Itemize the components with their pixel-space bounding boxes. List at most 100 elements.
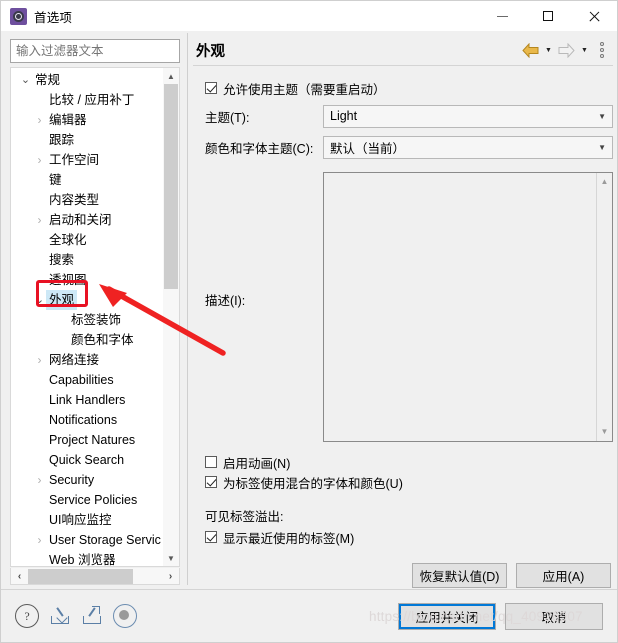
horizontal-scroll-thumb[interactable] [28,568,133,584]
chevron-right-icon[interactable]: › [33,350,46,370]
mixed-fonts-checkbox[interactable] [205,476,217,488]
tree-item-15[interactable]: Capabilities [11,370,161,390]
pane-header: 外观 ▼ ▼ [193,35,613,66]
tree-horizontal-scrollbar[interactable]: ‹ › [10,568,180,585]
apply-button[interactable]: 应用(A) [516,563,611,588]
tree-item-11[interactable]: ⌄ 外观 [11,290,161,310]
scroll-up-icon[interactable]: ▲ [597,175,612,189]
tree-item-9[interactable]: 搜索 [11,250,161,270]
back-arrow-icon[interactable] [521,42,540,58]
chevron-down-icon[interactable]: ⌄ [19,73,32,87]
tree-item-label: Project Natures [49,433,136,447]
tree-item-label: 比较 / 应用补丁 [49,93,135,107]
tree-item-12[interactable]: 标签装饰 [11,310,161,330]
theme-select[interactable]: Light ▼ [323,104,613,128]
tree-item-8[interactable]: 全球化 [11,230,161,250]
tree-item-label: 外观 [46,290,78,310]
tree-item-20[interactable]: › Security [11,470,161,490]
description-scrollbar[interactable]: ▲ ▼ [596,173,612,441]
chevron-down-icon[interactable]: ⌄ [33,293,46,307]
tree-item-0[interactable]: ⌄ 常规 [11,70,161,90]
chevron-right-icon[interactable]: › [33,470,46,490]
back-menu-chevron-down-icon[interactable]: ▼ [543,47,554,54]
tree-item-19[interactable]: Quick Search [11,450,161,470]
minimize-icon [496,15,508,17]
page-title: 外观 [196,43,225,60]
tree-item-13[interactable]: 颜色和字体 [11,330,161,350]
scroll-right-icon[interactable]: › [162,571,179,582]
chevron-right-icon[interactable]: › [33,110,46,130]
appearance-pane: 外观 ▼ ▼ 允许使用主题（需要重启动） 主题(T): Light ▼ 颜色和字… [193,35,613,588]
close-button[interactable] [571,1,617,31]
chevron-right-icon[interactable]: › [33,150,46,170]
tree-item-24[interactable]: Web 浏览器 [11,550,161,567]
title-bar: 首选项 [1,1,617,31]
tree-item-label: 搜索 [49,253,75,267]
forward-menu-chevron-down-icon[interactable]: ▼ [579,47,590,54]
tree-item-16[interactable]: Link Handlers [11,390,161,410]
theme-label: 主题(T): [205,110,250,125]
footer-icons: ? [1,604,137,628]
tree-item-label: 内容类型 [49,193,100,207]
scroll-left-icon[interactable]: ‹ [11,571,28,582]
vertical-scroll-thumb[interactable] [164,84,178,289]
tree-item-label: Link Handlers [49,393,126,407]
tree-item-2[interactable]: › 编辑器 [11,110,161,130]
filter-field-wrap [10,39,180,63]
tree-item-label: 透视图 [49,273,87,287]
tree-item-14[interactable]: › 网络连接 [11,350,161,370]
restore-defaults-button[interactable]: 恢复默认值(D) [412,563,507,588]
help-icon[interactable]: ? [15,604,39,628]
tree-item-label: 工作空间 [49,153,100,167]
tree-vertical-scrollbar[interactable]: ▲ ▼ [163,68,179,566]
scroll-up-icon[interactable]: ▲ [163,68,179,84]
horizontal-scroll-track[interactable] [28,568,162,584]
tree-item-label: 网络连接 [49,353,100,367]
tree-item-5[interactable]: 键 [11,170,161,190]
scroll-down-icon[interactable]: ▼ [163,550,179,566]
tree-item-label: User Storage Servic [49,533,161,547]
tree-item-18[interactable]: Project Natures [11,430,161,450]
maximize-icon [543,11,553,21]
view-menu-icon[interactable] [593,42,607,58]
show-recent-row[interactable]: 显示最近使用的标签(M) [193,527,613,547]
mixed-fonts-row[interactable]: 为标签使用混合的字体和颜色(U) [193,472,613,492]
tree-item-3[interactable]: 跟踪 [11,130,161,150]
mixed-fonts-label: 为标签使用混合的字体和颜色(U) [223,476,403,491]
tree-item-7[interactable]: › 启动和关闭 [11,210,161,230]
tree-item-label: Web 浏览器 [49,553,116,567]
export-icon[interactable] [81,605,103,627]
tree-item-6[interactable]: 内容类型 [11,190,161,210]
scroll-down-icon[interactable]: ▼ [597,425,612,439]
description-textarea[interactable]: ▲ ▼ [323,172,613,442]
description-label: 描述(I): [205,294,246,308]
enable-theming-checkbox[interactable] [205,82,217,94]
preferences-gear-icon [10,7,27,25]
pane-divider [187,33,188,585]
tree-item-10[interactable]: 透视图 [11,270,161,290]
tree-item-17[interactable]: Notifications [11,410,161,430]
search-input[interactable] [10,39,180,63]
maximize-button[interactable] [525,1,571,31]
tree-item-1[interactable]: 比较 / 应用补丁 [11,90,161,110]
chevron-right-icon[interactable]: › [33,530,46,550]
status-circle-icon[interactable] [113,604,137,628]
tree-item-label: Capabilities [49,373,114,387]
preferences-tree[interactable]: ⌄ 常规 比较 / 应用补丁 › 编辑器 跟踪 › 工作空间键内容类型 › 启动和关闭 全球化 搜索透… [10,67,180,567]
color-font-theme-select[interactable]: 默认（当前） ▼ [323,135,613,159]
chevron-down-icon: ▼ [598,142,606,152]
tree-item-21[interactable]: Service Policies [11,490,161,510]
show-recent-checkbox[interactable] [205,531,217,543]
enable-animations-row[interactable]: 启用动画(N) [193,452,613,472]
enable-theming-row[interactable]: 允许使用主题（需要重启动） [193,78,613,98]
tree-item-label: 启动和关闭 [49,213,112,227]
minimize-button[interactable] [479,1,525,31]
appearance-form: 允许使用主题（需要重启动） 主题(T): Light ▼ 颜色和字体主题(C):… [193,66,613,588]
tree-item-23[interactable]: › User Storage Servic [11,530,161,550]
tree-item-4[interactable]: › 工作空间 [11,150,161,170]
chevron-right-icon[interactable]: › [33,210,46,230]
tree-item-label: 颜色和字体 [71,333,134,347]
import-icon[interactable] [49,605,71,627]
enable-animations-checkbox[interactable] [205,456,217,468]
tree-item-22[interactable]: UI响应监控 [11,510,161,530]
